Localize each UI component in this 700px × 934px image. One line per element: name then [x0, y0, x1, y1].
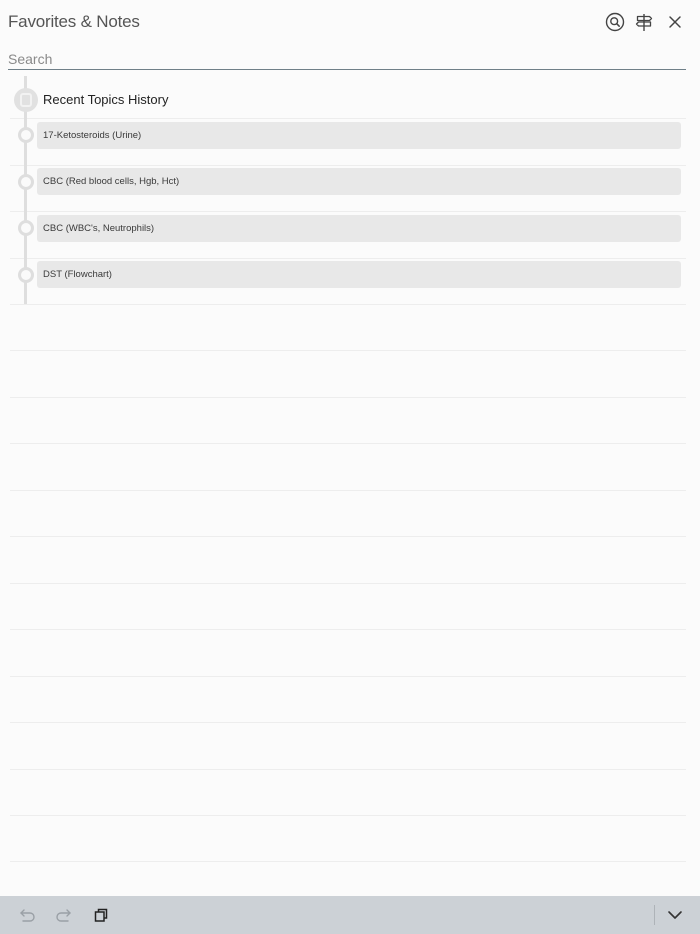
- chevron-down-icon: [668, 911, 682, 919]
- divider: [10, 443, 686, 444]
- timeline-node: [18, 267, 34, 283]
- divider: [10, 815, 686, 816]
- divider: [10, 676, 686, 677]
- close-icon: [669, 16, 681, 28]
- search-button[interactable]: [604, 11, 626, 33]
- list-item-label: CBC (WBC's, Neutrophils): [43, 223, 155, 234]
- divider: [10, 397, 686, 398]
- list-item[interactable]: 17-Ketosteroids (Urine): [37, 122, 681, 149]
- list-item[interactable]: CBC (Red blood cells, Hgb, Hct): [37, 168, 681, 195]
- header-bar: Favorites & Notes: [0, 0, 700, 46]
- undo-icon: [20, 909, 35, 922]
- close-button[interactable]: [664, 11, 686, 33]
- divider: [10, 165, 686, 166]
- divider: [10, 304, 686, 305]
- collapse-button[interactable]: [665, 905, 685, 925]
- redo-button[interactable]: [54, 905, 74, 925]
- list-item[interactable]: CBC (WBC's, Neutrophils): [37, 215, 681, 242]
- divider: [10, 350, 686, 351]
- list-item-label: CBC (Red blood cells, Hgb, Hct): [43, 176, 180, 187]
- redo-icon: [56, 909, 71, 922]
- history-icon: [14, 88, 38, 112]
- divider: [10, 861, 686, 862]
- search-icon: [605, 12, 625, 32]
- list-item-label: DST (Flowchart): [43, 269, 112, 280]
- list-item[interactable]: DST (Flowchart): [37, 261, 681, 288]
- toolbar-divider: [654, 905, 655, 925]
- timeline-node: [18, 174, 34, 190]
- search-input[interactable]: [8, 50, 686, 68]
- signpost-icon: [635, 14, 653, 31]
- divider: [10, 536, 686, 537]
- page-title: Favorites & Notes: [8, 12, 140, 31]
- timeline-node: [18, 127, 34, 143]
- divider: [10, 490, 686, 491]
- list-item-label: 17-Ketosteroids (Urine): [43, 130, 142, 141]
- divider: [10, 722, 686, 723]
- bottom-toolbar: [0, 896, 700, 934]
- section-title: Recent Topics History: [43, 92, 169, 107]
- divider: [10, 118, 686, 119]
- divider: [10, 211, 686, 212]
- copy-icon: [94, 908, 108, 922]
- copy-button[interactable]: [91, 905, 111, 925]
- timeline-node: [18, 220, 34, 236]
- divider: [10, 583, 686, 584]
- search-field: [8, 50, 686, 70]
- divider: [10, 258, 686, 259]
- divider: [10, 629, 686, 630]
- divider: [10, 769, 686, 770]
- undo-button[interactable]: [17, 905, 37, 925]
- topics-nav-button[interactable]: [633, 11, 655, 33]
